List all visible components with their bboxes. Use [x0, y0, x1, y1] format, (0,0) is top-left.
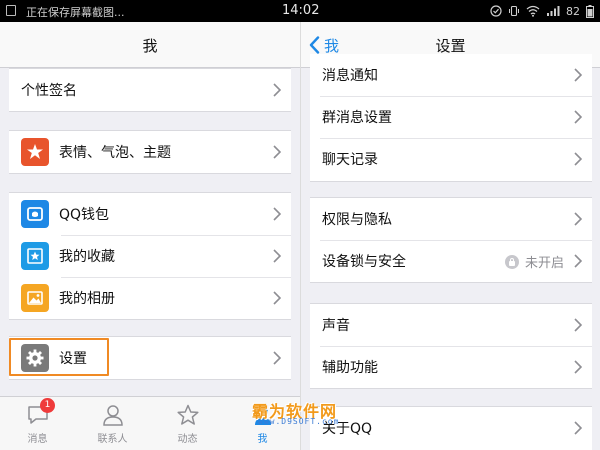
wallet-favorites-album-group: QQ钱包 我的收藏 我的相册 [9, 192, 291, 320]
chevron-right-icon [273, 291, 281, 305]
chevron-right-icon [574, 68, 582, 82]
status-clock: 14:02 [282, 3, 320, 18]
message-settings-group: 消息通知 群消息设置 聊天记录 [310, 54, 592, 182]
emoji-bubble-theme-row[interactable]: 表情、气泡、主题 [9, 131, 291, 173]
status-bar: 正在保存屏幕截图... 14:02 82 [0, 0, 600, 22]
tab-contacts[interactable]: 联系人 [75, 397, 150, 450]
bottom-tab-bar: 1 消息 联系人 动态 我 [0, 396, 300, 450]
device-lock-security-row[interactable]: 设备锁与安全 未开启 [310, 240, 592, 282]
chevron-right-icon [574, 421, 582, 435]
unread-badge: 1 [40, 398, 55, 413]
chevron-right-icon [574, 254, 582, 268]
settings-panel: 我 设置 消息通知 群消息设置 聊天记录 权限与隐私 设备锁与安全 未开启 声音… [300, 22, 600, 450]
gear-icon [21, 344, 49, 372]
favorites-star-icon [21, 242, 49, 270]
tab-messages[interactable]: 1 消息 [0, 397, 75, 450]
permissions-privacy-label: 权限与隐私 [322, 212, 392, 228]
screenshot-notification-icon [6, 5, 16, 16]
message-notification-row[interactable]: 消息通知 [310, 54, 592, 96]
settings-group: 设置 [9, 336, 291, 380]
message-notification-label: 消息通知 [322, 68, 378, 84]
wifi-icon [526, 5, 540, 17]
about-qq-row[interactable]: 关于QQ [310, 407, 592, 449]
sound-row[interactable]: 声音 [310, 304, 592, 346]
me-titlebar: 我 [0, 22, 300, 68]
signature-label: 个性签名 [21, 83, 77, 99]
chevron-right-icon [273, 145, 281, 159]
contact-person-icon [102, 405, 123, 426]
notification-text: 正在保存屏幕截图... [26, 6, 125, 19]
signal-icon [547, 6, 560, 16]
qq-wallet-label: QQ钱包 [59, 207, 110, 223]
wallet-icon [21, 200, 49, 228]
chevron-right-icon [574, 360, 582, 374]
page-title: 设置 [435, 37, 466, 55]
accessibility-row[interactable]: 辅助功能 [310, 346, 592, 388]
tab-me-label: 我 [257, 434, 268, 445]
theme-group: 表情、气泡、主题 [9, 130, 291, 174]
status-icons: 82 [490, 3, 594, 19]
me-panel: 我 个性签名 表情、气泡、主题 QQ钱包 我的收藏 我的相册 设置 1 消息 联… [0, 22, 300, 450]
signature-group: 个性签名 [9, 68, 291, 112]
star-outline-icon [176, 404, 199, 425]
qq-wallet-row[interactable]: QQ钱包 [9, 193, 291, 235]
my-album-label: 我的相册 [59, 291, 115, 307]
chat-history-label: 聊天记录 [322, 152, 378, 168]
tab-messages-label: 消息 [27, 434, 48, 445]
chevron-right-icon [273, 207, 281, 221]
theme-label: 表情、气泡、主题 [59, 145, 171, 161]
chat-history-row[interactable]: 聊天记录 [310, 138, 592, 180]
page-title: 我 [142, 37, 158, 55]
settings-label: 设置 [59, 351, 87, 367]
vibrate-icon [509, 5, 519, 17]
device-lock-status: 未开启 [504, 252, 564, 271]
chevron-right-icon [273, 351, 281, 365]
my-album-row[interactable]: 我的相册 [9, 277, 291, 319]
battery-icon [586, 4, 594, 18]
tab-me[interactable]: 我 [225, 397, 300, 450]
me-icon [254, 407, 271, 425]
tab-feeds-label: 动态 [177, 434, 198, 445]
privacy-security-group: 权限与隐私 设备锁与安全 未开启 [310, 197, 592, 283]
group-message-settings-row[interactable]: 群消息设置 [310, 96, 592, 138]
lock-icon [504, 254, 519, 269]
chevron-right-icon [574, 212, 582, 226]
device-lock-security-label: 设备锁与安全 [322, 254, 406, 270]
chevron-right-icon [574, 152, 582, 166]
about-qq-label: 关于QQ [322, 421, 373, 437]
chevron-right-icon [574, 318, 582, 332]
device-lock-status-text: 未开启 [524, 256, 564, 271]
permissions-privacy-row[interactable]: 权限与隐私 [310, 198, 592, 240]
my-favorites-label: 我的收藏 [59, 249, 115, 265]
star-burst-icon [21, 138, 49, 166]
photo-album-icon [21, 284, 49, 312]
sound-label: 声音 [322, 318, 350, 334]
alarm-icon [490, 5, 502, 17]
tab-feeds[interactable]: 动态 [150, 397, 225, 450]
about-group: 关于QQ [310, 406, 592, 450]
settings-row[interactable]: 设置 [9, 337, 291, 379]
my-favorites-row[interactable]: 我的收藏 [9, 235, 291, 277]
sound-accessibility-group: 声音 辅助功能 [310, 303, 592, 389]
signature-row[interactable]: 个性签名 [9, 69, 291, 111]
group-message-settings-label: 群消息设置 [322, 110, 392, 126]
chevron-right-icon [273, 83, 281, 97]
tab-contacts-label: 联系人 [97, 434, 128, 445]
accessibility-label: 辅助功能 [322, 360, 378, 376]
chevron-right-icon [574, 110, 582, 124]
chevron-right-icon [273, 249, 281, 263]
battery-level-text: 82 [566, 4, 580, 18]
